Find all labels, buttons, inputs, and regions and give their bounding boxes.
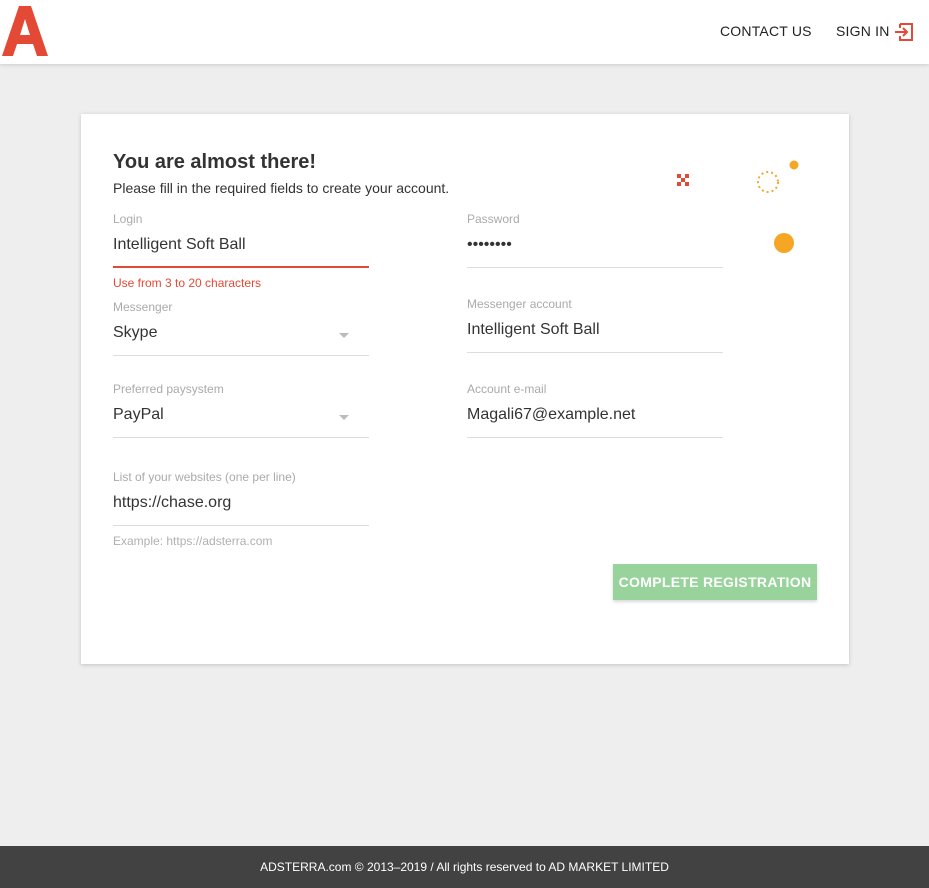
dotted-circle-decoration-icon xyxy=(757,171,779,193)
account-email-field: Account e-mail Magali67@example.net xyxy=(467,382,723,438)
contact-us-link[interactable]: CONTACT US xyxy=(720,23,812,39)
page-title: You are almost there! xyxy=(113,151,317,173)
messenger-account-field: Messenger account Intelligent Soft Ball xyxy=(467,297,723,353)
registration-card: You are almost there! Please fill in the… xyxy=(81,114,849,664)
page-subtitle: Please fill in the required fields to cr… xyxy=(113,180,450,196)
small-dot-decoration-icon xyxy=(789,160,799,170)
footer-copyright: ADSTERRA.com © 2013–2019 / All rights re… xyxy=(260,860,669,874)
password-label: Password xyxy=(467,212,520,226)
paysystem-label: Preferred paysystem xyxy=(113,382,224,396)
messenger-account-input[interactable]: Intelligent Soft Ball xyxy=(467,313,723,353)
dropdown-caret-icon xyxy=(339,415,349,420)
login-input[interactable]: Intelligent Soft Ball xyxy=(113,228,369,268)
websites-hint: Example: https://adsterra.com xyxy=(113,534,273,548)
websites-field: List of your websites (one per line) htt… xyxy=(113,470,369,548)
dropdown-caret-icon xyxy=(339,333,349,338)
websites-textarea[interactable]: https://chase.org xyxy=(113,486,369,526)
paysystem-field: Preferred paysystem PayPal xyxy=(113,382,369,438)
account-email-label: Account e-mail xyxy=(467,382,547,396)
login-label: Login xyxy=(113,212,143,226)
messenger-field: Messenger Skype xyxy=(113,300,369,356)
messenger-selected-value: Skype xyxy=(113,324,158,341)
login-field: Login Intelligent Soft Ball Use from 3 t… xyxy=(113,212,369,290)
messenger-account-label: Messenger account xyxy=(467,297,572,311)
password-input[interactable]: •••••••• xyxy=(467,228,723,268)
complete-registration-button[interactable]: COMPLETE REGISTRATION xyxy=(613,564,817,600)
login-error-message: Use from 3 to 20 characters xyxy=(113,276,262,290)
messenger-label: Messenger xyxy=(113,300,173,314)
account-email-input[interactable]: Magali67@example.net xyxy=(467,398,723,438)
paysystem-selected-value: PayPal xyxy=(113,406,164,423)
sign-in-icon[interactable] xyxy=(894,22,914,42)
messenger-select[interactable]: Skype xyxy=(113,316,369,356)
websites-label: List of your websites (one per line) xyxy=(113,470,296,484)
password-field: Password •••••••• xyxy=(467,212,723,268)
footer: ADSTERRA.com © 2013–2019 / All rights re… xyxy=(0,846,929,888)
adsterra-logo[interactable] xyxy=(0,4,52,58)
cross-decoration-icon xyxy=(677,174,689,186)
paysystem-select[interactable]: PayPal xyxy=(113,398,369,438)
large-dot-decoration-icon xyxy=(774,233,794,253)
top-header: CONTACT US SIGN IN xyxy=(0,0,929,64)
sign-in-link[interactable]: SIGN IN xyxy=(836,23,890,39)
